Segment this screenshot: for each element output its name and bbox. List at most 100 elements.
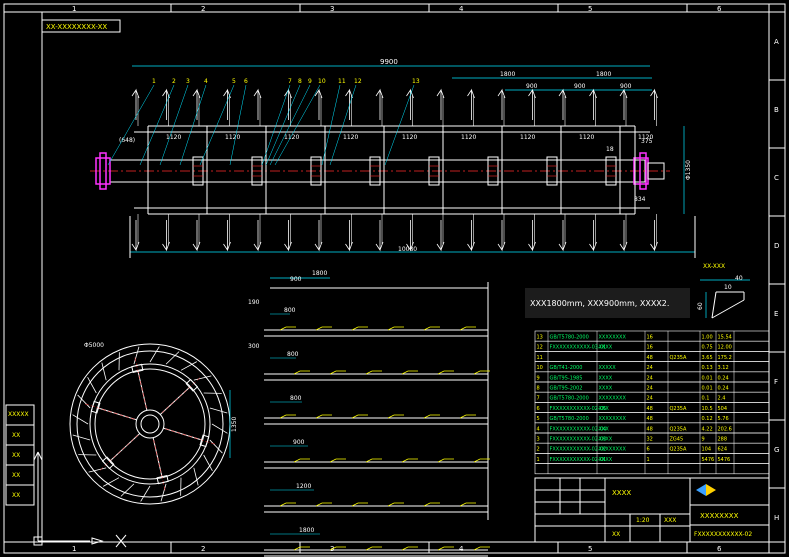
- paddle-top: [192, 88, 201, 126]
- balloon-11: 11: [338, 78, 346, 85]
- cad-drawing-canvas[interactable]: 112233445566 ABCDEFGH XX-XXXXXXXX-XX XXX…: [0, 0, 789, 557]
- border-col-bottom-2: 2: [201, 545, 205, 553]
- border-row-G: G: [774, 446, 779, 454]
- bom-cell: XXXXXXXX: [599, 335, 627, 341]
- note-text: XXX1800mm, XXX900mm, XXXX2.: [530, 299, 669, 308]
- paddle-tooth: [149, 346, 160, 363]
- detail-view[interactable]: XX-XXX 40 10 60: [697, 263, 750, 319]
- paddle-tooth: [101, 362, 107, 381]
- bom-cell: 3: [537, 437, 540, 443]
- border-row-E: E: [774, 310, 778, 318]
- balloon-4: 4: [204, 78, 208, 85]
- pitch-label: 1120: [579, 134, 594, 141]
- paddle-top: [314, 88, 323, 126]
- paddle-top: [375, 88, 384, 126]
- pitch-label: 1120: [638, 134, 653, 141]
- bom-cell: 24: [647, 396, 653, 402]
- border-col-bottom-1: 1: [72, 545, 76, 553]
- dev-mid-dim: 800: [284, 307, 296, 314]
- bom-cell: 12.00: [718, 345, 732, 351]
- bom-cell: 104: [702, 447, 712, 453]
- bom-cell: 24: [647, 375, 653, 381]
- bom-cell: Q235A: [670, 447, 687, 453]
- balloon-9: 9: [308, 78, 312, 85]
- bom-cell: GB/T5780-2000: [550, 396, 589, 402]
- pitch-label: 1120: [520, 134, 535, 141]
- bom-cell: 3.12: [718, 365, 729, 371]
- bom-cell: 4.22: [702, 426, 713, 432]
- side-diameter-label: Φ5000: [84, 342, 104, 349]
- bom-cell: 624: [718, 447, 728, 453]
- title-block-drawing-number: FXXXXXXXXXXX-02: [694, 531, 752, 538]
- title-block-scale: 1:20: [636, 517, 650, 524]
- paddle-bottom: [162, 214, 170, 252]
- paddle-development-view[interactable]: 1800 900 190 800 300 800 800 900 1200 1800: [248, 270, 490, 557]
- paddle-tooth: [133, 346, 140, 365]
- bom-cell: 288: [718, 437, 728, 443]
- bom-cell: 10.5: [702, 406, 713, 412]
- drum-top-view[interactable]: 9900 1800 1800 900 900 900 (648) 375 18 …: [90, 58, 696, 258]
- upper-dim-0: 1800: [500, 71, 515, 78]
- bom-cell: GB/T5780-2000: [550, 416, 589, 422]
- detail-dim-a: 40: [735, 275, 743, 282]
- border-row-A: A: [774, 38, 779, 46]
- bom-cell: 10: [537, 365, 543, 371]
- paddle-top: [497, 88, 506, 126]
- bom-row: 2 FXXXXXXXXXXX-02-02XXXXXXXX 6 Q235A 104 624: [534, 442, 770, 454]
- paddle-top: [619, 88, 628, 126]
- bom-row: 1 FXXXXXXXXXXX-02-01XXXX 1 5476 5476: [534, 453, 770, 464]
- dev-top-dim-1: 900: [290, 276, 302, 283]
- paddle-top: [528, 88, 536, 126]
- paddle-bottom: [223, 214, 231, 252]
- bom-cell: 48: [647, 416, 653, 422]
- balloon-5: 5: [232, 78, 236, 85]
- bom-row: 11 48 Q235A 3.65 175.2: [534, 351, 770, 362]
- bom-cell: 5476: [718, 457, 731, 463]
- balloon-13: 13: [412, 78, 420, 85]
- bom-cell: 1: [647, 457, 650, 463]
- paddle-top: [162, 88, 170, 126]
- bom-cell: 1: [537, 457, 540, 463]
- paddle-tooth: [193, 467, 199, 486]
- bom-row: 13 GB/T5780-2000 XXXXXXXX 16 1.00 15.54: [534, 330, 770, 342]
- title-block[interactable]: XXXXXXXX FXXXXXXXXXXX-02 XXXX 1:20 XXX X…: [534, 477, 770, 543]
- paddle-bottom: [345, 214, 353, 252]
- drawing-id-box: XX-XXXXXXXX-XX: [41, 19, 121, 33]
- bom-row: 3 FXXXXXXXXXXX-02-03XXXX 32 ZG45 9 288: [534, 432, 770, 444]
- bom-cell: 0.13: [702, 365, 713, 371]
- bom-cell: XXXX: [599, 457, 613, 463]
- border-col-top-2: 2: [201, 5, 205, 13]
- border-row-H: H: [774, 514, 779, 522]
- drawing-id-text: XX-XXXXXXXX-XX: [46, 23, 107, 31]
- paddle-top: [558, 88, 567, 126]
- bom-cell: GB/T95-2002: [550, 386, 583, 392]
- dev-top-dim-0: 1800: [312, 270, 327, 277]
- paddle-top: [131, 88, 140, 126]
- title-block-weight: XXX: [664, 517, 676, 524]
- bill-of-materials-table[interactable]: 13 GB/T5780-2000 XXXXXXXX 16 1.00 15.5412 FXXX…: [534, 330, 770, 475]
- bom-cell: 0.75: [702, 345, 713, 351]
- bom-cell: XXX: [599, 426, 610, 432]
- drum-side-view[interactable]: Φ5000 1350: [69, 342, 238, 505]
- paddle-tooth: [72, 414, 89, 425]
- paddle-bottom: [467, 214, 475, 252]
- dev-left-dim: 190: [248, 299, 260, 306]
- bom-cell: 24: [647, 365, 653, 371]
- bom-cell: XXXXXXXX: [599, 396, 627, 402]
- paddle-bottom: [375, 214, 384, 252]
- bom-row: 10 GB/T41-2000 XXXXX 24 0.13 3.12: [534, 361, 770, 373]
- bom-cell: XXXX: [599, 375, 613, 381]
- border-row-F: F: [774, 378, 778, 386]
- upper-dim-4: 900: [620, 83, 632, 90]
- bom-cell: XXX: [599, 406, 610, 412]
- bom-cell: 9: [537, 375, 540, 381]
- bom-cell: XXXX: [599, 386, 613, 392]
- bom-cell: XXXXXXXX: [599, 447, 627, 453]
- bom-cell: Q235A: [670, 426, 687, 432]
- left-panel-label-0: XXXXX: [8, 411, 29, 418]
- bom-cell: 9: [702, 437, 705, 443]
- detail-dim-b: 10: [724, 284, 732, 291]
- border-col-top-6: 6: [717, 5, 722, 13]
- bom-cell: 2: [537, 447, 540, 453]
- paddle-bottom: [528, 214, 536, 252]
